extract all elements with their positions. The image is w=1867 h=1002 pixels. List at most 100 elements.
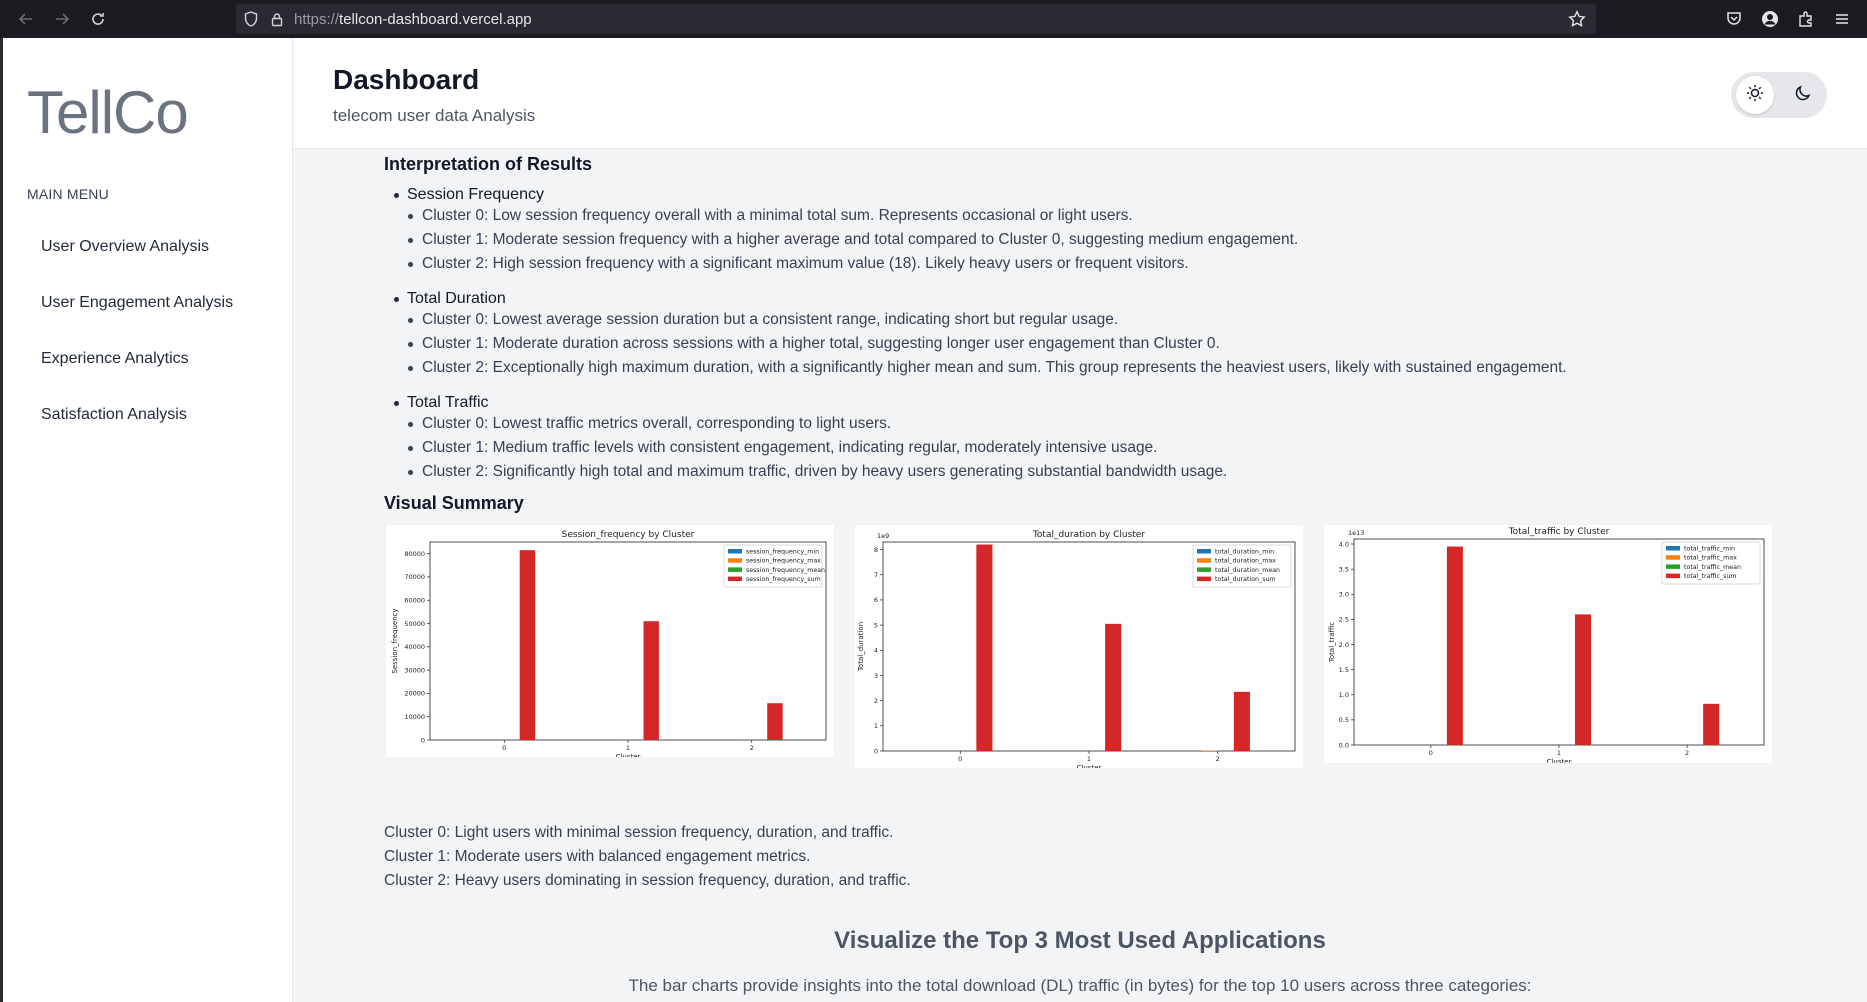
legend-label: total_duration_min (1215, 549, 1274, 556)
legend-swatch (1197, 567, 1211, 572)
y-tick-label: 2 (874, 697, 878, 705)
forward-button[interactable] (44, 0, 80, 38)
list-item: Cluster 1: Moderate session frequency wi… (408, 228, 1298, 252)
y-tick-label: 1.5 (1339, 666, 1349, 674)
page-subtitle: telecom user data Analysis (333, 106, 536, 125)
section-heading: Total Duration (394, 290, 1567, 308)
top3-description: The bar charts provide insights into the… (628, 976, 1532, 995)
y-tick-label: 5 (874, 621, 878, 629)
x-axis-label: Cluster (1547, 758, 1572, 763)
visual-summary-heading: Visual Summary (384, 493, 524, 513)
y-tick-label: 4.0 (1339, 540, 1349, 548)
bar-total_traffic_sum-cluster-2 (1703, 703, 1720, 745)
page-header: Dashboard telecom user data Analysis (293, 38, 1867, 149)
address-bar[interactable]: https://tellcon-dashboard.vercel.app (236, 4, 1596, 34)
legend-swatch (728, 549, 742, 554)
bar-total_duration_max-cluster-2 (1201, 750, 1218, 751)
back-button[interactable] (8, 0, 44, 38)
x-axis-label: Cluster (1077, 764, 1102, 768)
list-item: Cluster 2: High session frequency with a… (408, 252, 1298, 276)
list-item: Cluster 0: Lowest average session durati… (408, 308, 1567, 332)
y-tick-label: 0 (421, 736, 425, 744)
y-tick-label: 2.0 (1339, 641, 1349, 649)
extensions-icon[interactable] (1795, 8, 1817, 30)
legend-swatch (728, 567, 742, 572)
x-tick-label: 0 (958, 755, 962, 763)
light-mode-button[interactable] (1736, 76, 1774, 114)
total-traffic-chart: Total_traffic by Cluster 1e13 0.0 0.5 1.0 1.5… (1324, 525, 1772, 763)
legend-label: session_frequency_max (746, 558, 821, 565)
legend-swatch (728, 576, 742, 582)
legend-swatch (728, 558, 742, 563)
y-tick-label: 1 (874, 722, 878, 730)
legend-label: session_frequency_min (746, 549, 819, 556)
y-tick-label: 7 (874, 571, 878, 579)
reload-button[interactable] (80, 0, 116, 38)
pocket-icon[interactable] (1723, 8, 1745, 30)
legend-swatch (1666, 573, 1680, 579)
page-title: Dashboard (333, 64, 480, 95)
section-total-duration: Total Duration Cluster 0: Lowest average… (394, 290, 1567, 380)
x-tick-label: 1 (1087, 755, 1091, 763)
browser-toolbar: https://tellcon-dashboard.vercel.app (0, 0, 1867, 38)
cluster-summary: Cluster 0: Light users with minimal sess… (384, 821, 911, 893)
y-tick-label: 1.0 (1339, 691, 1349, 699)
session-frequency-chart-svg: Session_frequency by Cluster 0 10000 20000 3… (391, 530, 827, 757)
y-tick-label: 8 (874, 546, 878, 554)
section-total-traffic: Total Traffic Cluster 0: Lowest traffic … (394, 394, 1227, 484)
chart-title: Total_duration by Cluster (1032, 530, 1145, 540)
x-axis-label: Cluster (616, 753, 641, 757)
legend-label: session_frequency_mean (746, 567, 825, 574)
list-item: Cluster 1: Moderate duration across sess… (408, 332, 1567, 356)
menu-icon[interactable] (1831, 8, 1853, 30)
section-session-frequency: Session Frequency Cluster 0: Low session… (394, 186, 1298, 276)
y-axis-label: Total_duration (857, 622, 865, 672)
section-heading: Session Frequency (394, 186, 1298, 204)
y-tick-label: 70000 (404, 573, 425, 581)
legend-label: total_traffic_max (1684, 555, 1737, 562)
shield-icon[interactable] (240, 4, 262, 34)
bar-total_duration_sum-cluster-1 (1105, 623, 1122, 751)
legend-label: total_traffic_min (1684, 546, 1735, 553)
lock-icon[interactable] (266, 4, 288, 34)
url-text[interactable]: https://tellcon-dashboard.vercel.app (294, 11, 532, 28)
x-tick-label: 2 (1216, 755, 1220, 763)
offset-label: 1e13 (1348, 529, 1364, 537)
list-item: Cluster 0: Low session frequency overall… (408, 204, 1298, 228)
y-tick-label: 30000 (404, 666, 425, 674)
sidebar-item-user-overview[interactable]: User Overview Analysis (41, 238, 209, 256)
legend-label: session_frequency_sum (746, 576, 821, 583)
dark-mode-button[interactable] (1784, 76, 1822, 114)
app-logo[interactable]: TellCo (27, 78, 189, 147)
bar-total_traffic_sum-cluster-1 (1575, 614, 1592, 745)
section-heading: Total Traffic (394, 394, 1227, 412)
list-item: Cluster 1: Medium traffic levels with co… (408, 436, 1227, 460)
legend-label: total_traffic_mean (1684, 564, 1741, 571)
y-tick-label: 40000 (404, 643, 425, 651)
offset-label: 1e9 (877, 532, 889, 540)
bar-session_frequency_sum-cluster-0 (519, 550, 536, 740)
total-duration-chart: Total_duration by Cluster 1e9 0 1 2 3 4 5 6 7 8 Tot… (855, 525, 1303, 768)
legend-swatch (1666, 555, 1680, 560)
summary-line: Cluster 2: Heavy users dominating in ses… (384, 872, 911, 889)
y-tick-label: 0.5 (1339, 716, 1349, 724)
bar-total_traffic_sum-cluster-0 (1446, 546, 1463, 745)
y-tick-label: 20000 (404, 690, 425, 698)
sidebar-item-satisfaction-analysis[interactable]: Satisfaction Analysis (41, 406, 187, 424)
list-item: Cluster 2: Exceptionally high maximum du… (408, 356, 1567, 380)
y-tick-label: 2.5 (1339, 616, 1349, 624)
sun-icon (1746, 84, 1764, 107)
account-icon[interactable] (1759, 8, 1781, 30)
legend-swatch (1197, 576, 1211, 582)
sidebar-item-experience-analytics[interactable]: Experience Analytics (41, 350, 189, 368)
legend-label: total_duration_sum (1215, 576, 1276, 583)
list-item: Cluster 0: Lowest traffic metrics overal… (408, 412, 1227, 436)
bookmark-star-icon[interactable] (1568, 10, 1586, 33)
y-axis-label: Session_frequency (391, 608, 399, 673)
y-tick-label: 10000 (404, 713, 425, 721)
main-content: Interpretation of Results Session Freque… (293, 149, 1867, 1002)
list-item: Cluster 2: Significantly high total and … (408, 460, 1227, 484)
sidebar-item-user-engagement[interactable]: User Engagement Analysis (41, 294, 233, 312)
legend-label: total_duration_max (1215, 558, 1276, 565)
session-frequency-chart: Session_frequency by Cluster 0 10000 20000 3… (386, 525, 834, 757)
